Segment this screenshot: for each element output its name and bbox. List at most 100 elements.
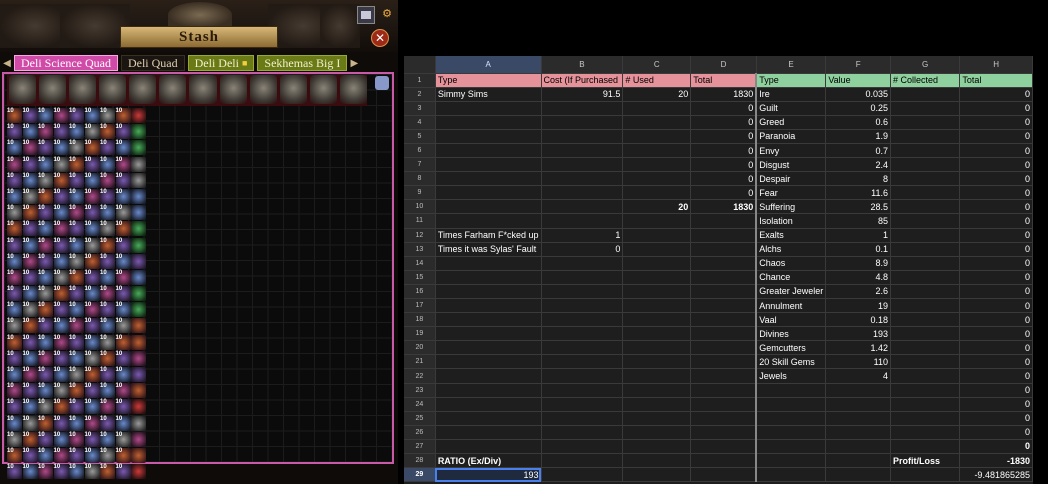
stash-item-icon[interactable]: 10 — [7, 253, 22, 269]
stash-item-icon[interactable]: 10 — [38, 140, 53, 156]
stash-item-icon[interactable]: 10 — [7, 334, 22, 350]
stash-item-icon[interactable]: 10 — [84, 302, 100, 318]
stash-item-icon[interactable] — [131, 269, 146, 285]
cell-d20[interactable] — [690, 340, 758, 356]
stash-item-icon[interactable] — [131, 108, 146, 123]
cell-c1[interactable]: # Used — [622, 73, 692, 88]
cell-c16[interactable] — [622, 284, 692, 300]
cell-g28[interactable]: Profit/Loss — [890, 453, 961, 469]
cell-b21[interactable] — [541, 354, 624, 370]
stash-item-icon[interactable]: 10 — [53, 140, 69, 156]
stash-item-icon[interactable]: 10 — [69, 334, 84, 350]
stash-item-icon[interactable]: 10 — [69, 383, 84, 399]
stash-item-icon[interactable]: 10 — [69, 253, 84, 269]
cell-g12[interactable] — [890, 228, 961, 243]
cell-b20[interactable] — [541, 340, 624, 356]
cell-e28[interactable] — [756, 453, 827, 469]
stash-item-icon[interactable] — [131, 383, 146, 399]
stash-item-icon[interactable]: 10 — [84, 399, 100, 415]
stash-item-icon[interactable]: 10 — [115, 237, 131, 253]
cell-b23[interactable] — [541, 383, 624, 398]
cell-e4[interactable]: Greed — [756, 115, 827, 130]
cell-c23[interactable] — [622, 383, 692, 398]
cell-d15[interactable] — [690, 270, 758, 285]
row-number[interactable]: 3 — [404, 101, 436, 116]
stash-item-icon[interactable]: 10 — [115, 367, 131, 382]
stash-item-icon[interactable]: 10 — [100, 286, 115, 302]
cell-c15[interactable] — [622, 270, 692, 285]
row-number[interactable]: 20 — [404, 340, 436, 356]
cell-e23[interactable] — [756, 383, 827, 398]
cell-e5[interactable]: Paranoia — [756, 129, 827, 144]
cell-e24[interactable] — [756, 397, 827, 412]
cell-f6[interactable]: 0.7 — [825, 143, 891, 159]
stash-item-icon[interactable]: 10 — [53, 221, 69, 237]
cell-g15[interactable] — [890, 270, 961, 285]
cell-e10[interactable]: Suffering — [756, 199, 827, 215]
cell-d9[interactable]: 0 — [690, 185, 758, 201]
stash-item-icon[interactable]: 10 — [115, 205, 131, 221]
stash-item-icon[interactable]: 10 — [7, 286, 22, 302]
stash-item-icon[interactable]: 10 — [84, 334, 100, 350]
cell-f10[interactable]: 28.5 — [825, 199, 891, 215]
stash-item-icon[interactable]: 10 — [53, 318, 69, 334]
cell-f11[interactable]: 85 — [825, 213, 891, 229]
cell-f18[interactable]: 0.18 — [825, 312, 891, 328]
cell-c29[interactable] — [622, 467, 692, 483]
stash-item-icon[interactable]: 10 — [53, 415, 69, 431]
stash-item-icon[interactable]: 10 — [53, 431, 69, 447]
scarab-item-icon[interactable] — [309, 75, 337, 104]
tab-scroll-right-icon[interactable]: ▶ — [347, 55, 361, 71]
stash-item-icon[interactable] — [131, 334, 146, 350]
cell-h29[interactable]: -9.481865285 — [959, 467, 1033, 483]
stash-item-icon[interactable]: 10 — [22, 221, 38, 237]
stash-item-icon[interactable]: 10 — [53, 124, 69, 140]
cell-e15[interactable]: Chance — [756, 270, 827, 285]
cell-e19[interactable]: Divines — [756, 326, 827, 342]
stash-item-icon[interactable]: 10 — [53, 447, 69, 463]
cell-h11[interactable]: 0 — [959, 213, 1033, 229]
cell-h4[interactable]: 0 — [959, 115, 1033, 130]
stash-item-icon[interactable]: 10 — [115, 253, 131, 269]
cell-a18[interactable] — [435, 312, 542, 328]
stash-item-icon[interactable]: 10 — [53, 188, 69, 204]
stash-item-icon[interactable]: 10 — [100, 172, 115, 188]
stash-item-icon[interactable] — [131, 399, 146, 415]
stash-item-icon[interactable]: 10 — [53, 350, 69, 366]
cell-b25[interactable] — [541, 411, 624, 426]
stash-item-icon[interactable] — [131, 253, 146, 269]
stash-item-icon[interactable]: 10 — [7, 431, 22, 447]
stash-item-icon[interactable]: 10 — [69, 447, 84, 463]
stash-item-icon[interactable]: 10 — [38, 318, 53, 334]
row-number[interactable]: 9 — [404, 185, 436, 201]
stash-item-icon[interactable]: 10 — [38, 415, 53, 431]
cell-c21[interactable] — [622, 354, 692, 370]
stash-item-icon[interactable]: 10 — [115, 188, 131, 204]
stash-item-icon[interactable]: 10 — [7, 124, 22, 140]
cell-b9[interactable] — [541, 185, 624, 201]
cell-h13[interactable]: 0 — [959, 242, 1033, 257]
stash-item-icon[interactable]: 10 — [84, 124, 100, 140]
cell-g23[interactable] — [890, 383, 961, 398]
cell-h22[interactable]: 0 — [959, 368, 1033, 384]
cell-b11[interactable] — [541, 213, 624, 229]
stash-item-icon[interactable]: 10 — [69, 188, 84, 204]
cell-b10[interactable] — [541, 199, 624, 215]
stash-item-icon[interactable]: 10 — [38, 350, 53, 366]
stash-item-icon[interactable]: 10 — [22, 124, 38, 140]
cell-d10[interactable]: 1830 — [690, 199, 758, 215]
stash-item-icon[interactable]: 10 — [53, 237, 69, 253]
row-number[interactable]: 24 — [404, 397, 436, 412]
cell-d3[interactable]: 0 — [690, 101, 758, 116]
cell-f13[interactable]: 0.1 — [825, 242, 891, 257]
row-number[interactable]: 15 — [404, 270, 436, 285]
stash-grid-toggle-icon[interactable] — [375, 76, 389, 90]
row-number[interactable]: 2 — [404, 87, 436, 102]
stash-item-icon[interactable]: 10 — [115, 464, 131, 480]
scarab-item-icon[interactable] — [339, 75, 367, 104]
stash-item-icon[interactable]: 10 — [69, 464, 84, 480]
stash-item-icon[interactable]: 10 — [69, 399, 84, 415]
stash-item-icon[interactable]: 10 — [38, 108, 53, 123]
stash-item-icon[interactable]: 10 — [84, 464, 100, 480]
stash-item-icon[interactable]: 10 — [100, 383, 115, 399]
